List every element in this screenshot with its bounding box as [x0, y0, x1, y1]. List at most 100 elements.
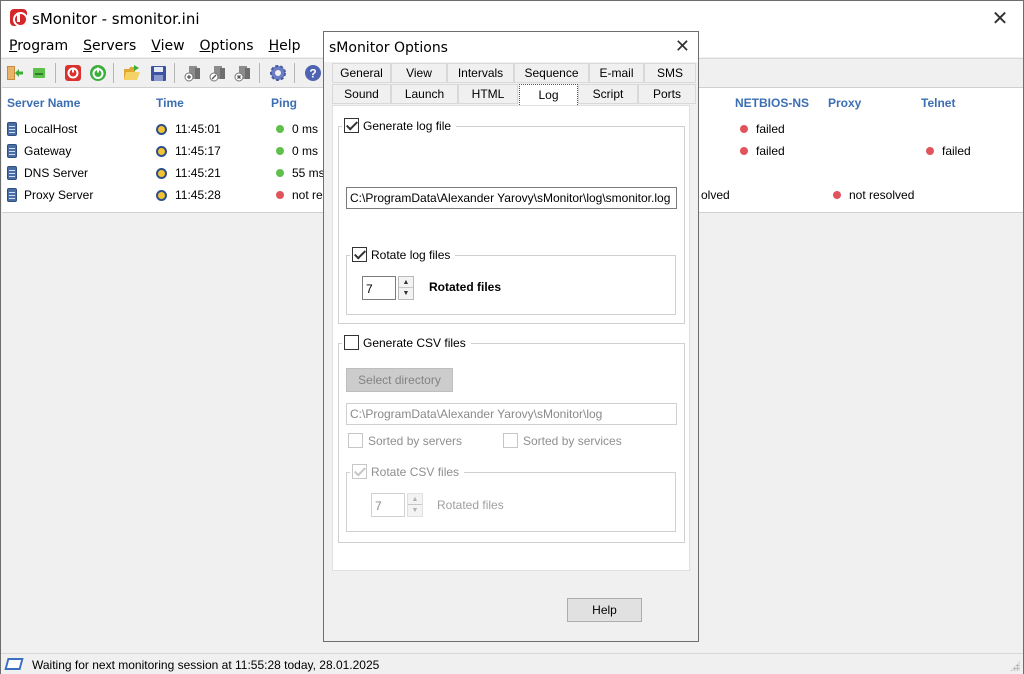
- telnet-value: failed: [942, 144, 971, 158]
- tab-general[interactable]: General: [332, 63, 391, 83]
- csv-path-input[interactable]: C:\ProgramData\Alexander Yarovy\sMonitor…: [346, 403, 677, 425]
- generate-csv-checkbox-row[interactable]: Generate CSV files: [342, 335, 471, 350]
- menu-servers-label: ervers: [91, 38, 137, 54]
- menu-view-accel: V: [151, 38, 161, 54]
- help-toolbar-button[interactable]: ?: [303, 63, 323, 83]
- menu-view[interactable]: View: [143, 35, 191, 57]
- generate-log-checkbox-row[interactable]: Generate log file: [342, 118, 457, 133]
- tab-ports[interactable]: Ports: [638, 84, 696, 104]
- rotated-log-count-spinner[interactable]: ▲ ▼: [398, 276, 414, 300]
- status-session-icon: [4, 658, 24, 670]
- open-button[interactable]: [122, 63, 142, 83]
- spin-down-icon[interactable]: ▼: [408, 505, 422, 516]
- generate-csv-checkbox[interactable]: [344, 335, 359, 350]
- tab-view[interactable]: View: [391, 63, 447, 83]
- column-time[interactable]: Time: [156, 96, 184, 110]
- exit-button[interactable]: [5, 63, 25, 83]
- column-ping[interactable]: Ping: [271, 96, 297, 110]
- save-button[interactable]: [148, 63, 168, 83]
- tab-email[interactable]: E-mail: [589, 63, 644, 83]
- window-close-button[interactable]: ✕: [977, 1, 1023, 35]
- clock-icon: [156, 189, 167, 201]
- column-telnet[interactable]: Telnet: [921, 96, 955, 110]
- log-tab-panel: Generate log file C:\ProgramData\Alexand…: [332, 105, 690, 571]
- settings-button[interactable]: [268, 63, 288, 83]
- tab-sequence[interactable]: Sequence: [514, 63, 589, 83]
- menu-options-label: ptions: [210, 38, 254, 54]
- tab-script[interactable]: Script: [578, 84, 638, 104]
- spin-down-icon[interactable]: ▼: [399, 288, 413, 299]
- status-fail-icon: [926, 147, 934, 155]
- options-tabs: General View Intervals Sequence E-mail S…: [332, 63, 696, 105]
- telnet-cell: failed: [926, 144, 971, 158]
- ping-cell: 55 ms: [276, 166, 325, 180]
- window-title: sMonitor - smonitor.ini: [32, 10, 200, 28]
- minimize-to-tray-button[interactable]: [29, 63, 49, 83]
- netbios-cell: failed: [740, 122, 785, 136]
- rotated-log-files-label: Rotated files: [429, 280, 502, 294]
- start-monitoring-button[interactable]: [88, 63, 108, 83]
- log-path-input[interactable]: C:\ProgramData\Alexander Yarovy\sMonitor…: [346, 187, 677, 209]
- generate-log-checkbox[interactable]: [344, 118, 359, 133]
- edit-server-button[interactable]: [208, 63, 228, 83]
- menu-servers[interactable]: Servers: [75, 35, 143, 57]
- column-proxy[interactable]: Proxy: [828, 96, 861, 110]
- spin-up-icon[interactable]: ▲: [399, 277, 413, 288]
- close-icon: ✕: [991, 6, 1009, 30]
- menu-view-label: iew: [160, 38, 185, 54]
- rotate-log-checkbox-row[interactable]: Rotate log files: [350, 247, 456, 262]
- dialog-title-bar[interactable]: sMonitor Options ✕: [324, 32, 698, 62]
- generate-log-label: Generate log file: [363, 118, 452, 133]
- rotate-log-checkbox[interactable]: [352, 247, 367, 262]
- menu-options[interactable]: Options: [192, 35, 261, 57]
- menu-help[interactable]: Help: [261, 35, 308, 57]
- spin-up-icon[interactable]: ▲: [408, 494, 422, 505]
- menu-program[interactable]: Program: [1, 35, 75, 57]
- menu-program-accel: P: [9, 38, 18, 54]
- sorted-by-servers-row[interactable]: Sorted by servers: [348, 433, 462, 448]
- status-bar: Waiting for next monitoring session at 1…: [1, 653, 1023, 674]
- rotate-csv-group: Rotate CSV files 7 ▲ ▼ Rotated files: [346, 464, 676, 532]
- rotated-csv-count-spinner[interactable]: ▲ ▼: [407, 493, 423, 517]
- toolbar-separator: [174, 63, 175, 83]
- time-value: 11:45:28: [175, 188, 221, 202]
- delete-server-button[interactable]: [233, 63, 253, 83]
- tab-launch[interactable]: Launch: [391, 84, 458, 104]
- toolbar-separator: [113, 63, 114, 83]
- ping-cell: 0 ms: [276, 144, 318, 158]
- server-name-cell: LocalHost: [7, 122, 77, 136]
- rotated-log-count-input[interactable]: 7: [362, 276, 396, 300]
- column-netbios-ns[interactable]: NETBIOS-NS: [735, 96, 809, 110]
- status-fail-icon: [740, 125, 748, 133]
- time-cell: 11:45:21: [156, 166, 221, 180]
- tab-sms[interactable]: SMS: [644, 63, 696, 83]
- stop-monitoring-button[interactable]: [63, 63, 83, 83]
- server-name-cell: Proxy Server: [7, 188, 93, 202]
- sorted-by-services-row[interactable]: Sorted by services: [503, 433, 622, 448]
- tab-html[interactable]: HTML: [458, 84, 518, 104]
- column-server-name[interactable]: Server Name: [7, 96, 80, 110]
- tab-log[interactable]: Log: [519, 84, 578, 105]
- toolbar-separator: [259, 63, 260, 83]
- dialog-title: sMonitor Options: [329, 40, 448, 56]
- open-folder-icon: [124, 65, 140, 80]
- log-file-group: Generate log file C:\ProgramData\Alexand…: [338, 118, 685, 324]
- status-fail-icon: [740, 147, 748, 155]
- rotate-csv-checkbox[interactable]: [352, 464, 367, 479]
- app-logo-icon: [10, 9, 28, 27]
- add-server-button[interactable]: [183, 63, 203, 83]
- select-directory-button[interactable]: Select directory: [346, 368, 453, 392]
- resize-grip[interactable]: [1010, 661, 1020, 671]
- tab-intervals[interactable]: Intervals: [447, 63, 514, 83]
- status-ok-icon: [276, 169, 284, 177]
- rotated-csv-count-input[interactable]: 7: [371, 493, 405, 517]
- help-button[interactable]: Help: [567, 598, 642, 622]
- menu-servers-accel: S: [83, 38, 92, 54]
- netbios-cell: failed: [740, 144, 785, 158]
- tab-sound[interactable]: Sound: [332, 84, 391, 104]
- sorted-by-services-checkbox[interactable]: [503, 433, 518, 448]
- ping-value: 55 ms: [292, 166, 325, 180]
- sorted-by-servers-checkbox[interactable]: [348, 433, 363, 448]
- dialog-close-button[interactable]: ✕: [675, 36, 690, 57]
- rotate-csv-checkbox-row[interactable]: Rotate CSV files: [350, 464, 465, 479]
